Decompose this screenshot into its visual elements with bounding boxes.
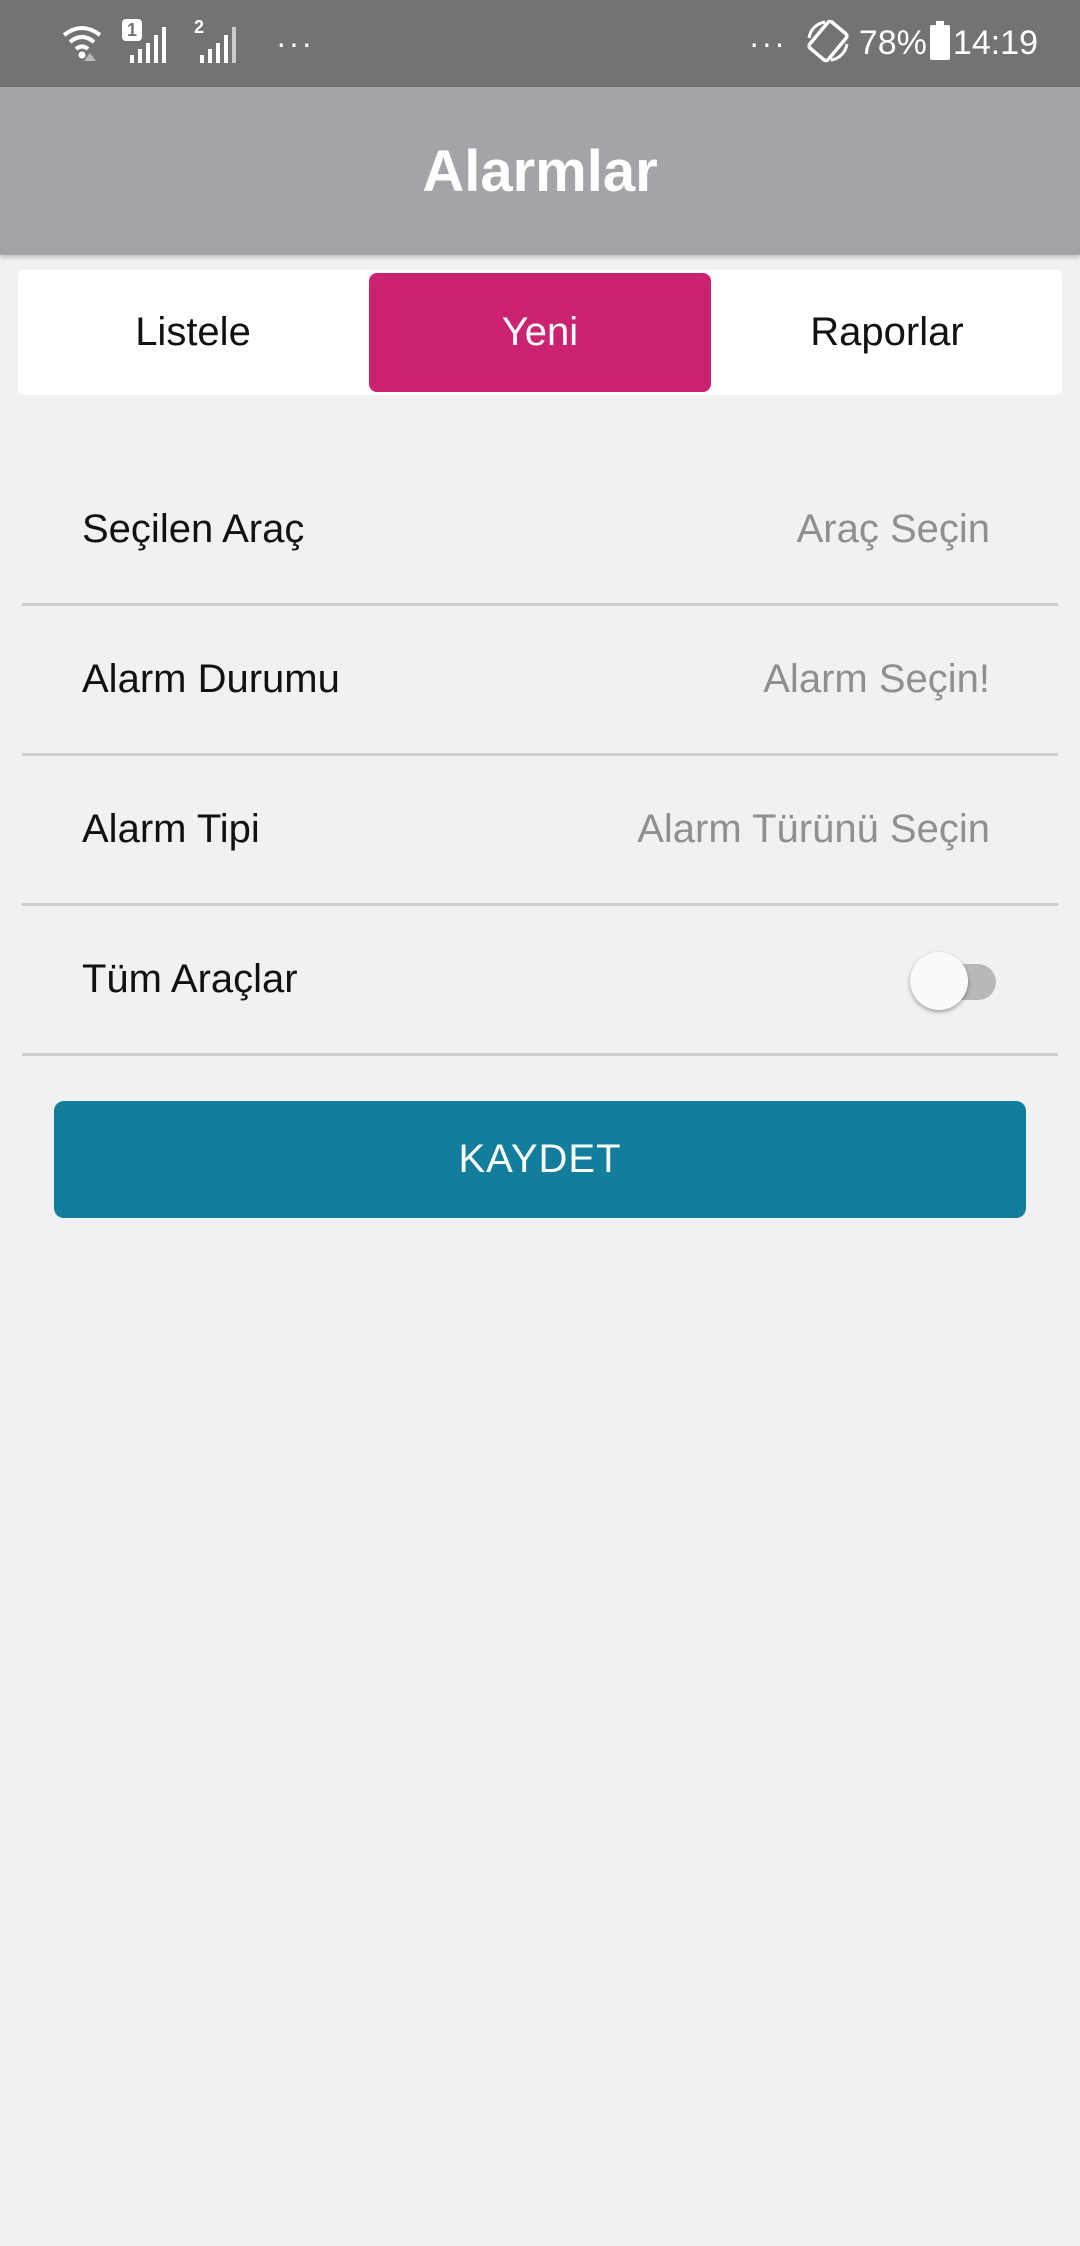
alarm-status-label: Alarm Durumu	[82, 657, 340, 701]
vehicle-picker[interactable]: Araç Seçin	[797, 456, 990, 603]
alarm-status-picker[interactable]: Alarm Seçin!	[763, 606, 990, 753]
save-button[interactable]: KAYDET	[54, 1101, 1026, 1218]
battery-percent: 78%	[858, 23, 927, 62]
alarm-type-label: Alarm Tipi	[82, 807, 260, 851]
signal-sim2-icon: 2	[194, 17, 244, 65]
status-time: 14:19	[952, 23, 1038, 62]
status-bar: 1 2 ··· ··· 78% 14:19	[0, 0, 1080, 87]
page-title: Alarmlar	[422, 138, 658, 204]
all-vehicles-label: Tüm Araçlar	[82, 957, 298, 1001]
wifi-icon	[60, 19, 104, 68]
battery-icon	[929, 20, 951, 66]
all-vehicles-row: Tüm Araçlar	[22, 906, 1058, 1056]
tab-listele[interactable]: Listele	[23, 273, 363, 392]
all-vehicles-toggle[interactable]	[910, 952, 1000, 1010]
vehicle-label: Seçilen Araç	[82, 507, 305, 551]
toggle-thumb	[910, 952, 968, 1010]
app-header: Alarmlar	[0, 87, 1080, 255]
tab-raporlar[interactable]: Raporlar	[717, 273, 1057, 392]
status-right-dots: ···	[748, 24, 787, 61]
alarm-type-row[interactable]: Alarm Tipi Alarm Türünü Seçin	[22, 756, 1058, 906]
signal-sim1-icon: 1	[122, 19, 172, 65]
status-bar-right: ··· 78% 14:19	[749, 18, 1038, 68]
rotate-icon	[805, 18, 851, 69]
alarm-type-picker[interactable]: Alarm Türünü Seçin	[637, 756, 990, 903]
alarm-status-row[interactable]: Alarm Durumu Alarm Seçin!	[22, 606, 1058, 756]
tab-yeni[interactable]: Yeni	[369, 273, 711, 392]
segmented-tabs: Listele Yeni Raporlar	[18, 270, 1062, 395]
status-left-dots: ···	[276, 24, 314, 61]
vehicle-select-row[interactable]: Seçilen Araç Araç Seçin	[22, 456, 1058, 606]
status-bar-left: 1 2 ···	[60, 17, 314, 68]
